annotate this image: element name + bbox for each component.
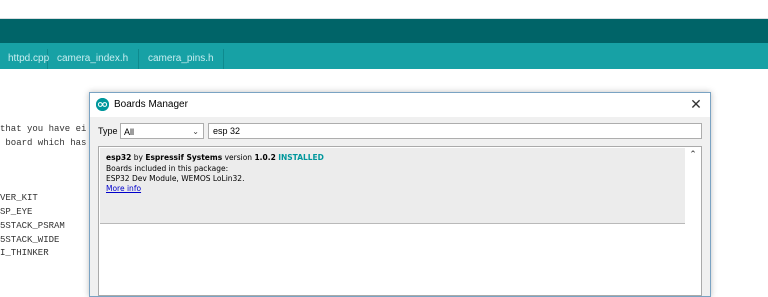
code-line: that you have ei <box>0 124 87 134</box>
arduino-logo-icon <box>96 98 109 111</box>
dialog-title: Boards Manager <box>114 99 188 110</box>
code-line: VER_KIT <box>0 193 38 203</box>
type-dropdown-value: All <box>124 127 135 137</box>
boards-list: ESP32 Dev Module, WEMOS LoLin32. <box>106 174 245 183</box>
close-icon[interactable]: ✕ <box>688 96 704 112</box>
package-author: Espressif Systems <box>145 153 223 162</box>
scrollbar[interactable]: ⌃ <box>685 147 701 295</box>
tab-camera-pins[interactable]: camera_pins.h <box>140 49 224 69</box>
code-line: 5STACK_WIDE <box>0 235 60 245</box>
window-top-strip <box>0 0 768 19</box>
version-label: version <box>224 153 253 162</box>
boards-included-label: Boards included in this package: <box>106 164 229 173</box>
code-line: 5STACK_PSRAM <box>0 221 65 231</box>
package-list[interactable]: esp32 by Espressif Systems version 1.0.2… <box>98 146 702 296</box>
list-item[interactable]: esp32 by Espressif Systems version 1.0.2… <box>100 148 685 224</box>
chevron-down-icon: ⌄ <box>192 127 199 136</box>
ide-toolbar <box>0 19 768 43</box>
search-input[interactable] <box>208 123 702 139</box>
code-line: I_THINKER <box>0 248 49 258</box>
scroll-up-icon[interactable]: ⌃ <box>685 147 701 161</box>
package-by: by <box>133 153 143 162</box>
type-label: Type <box>98 126 118 136</box>
dialog-titlebar: Boards Manager ✕ <box>90 93 710 117</box>
type-dropdown[interactable]: All ⌄ <box>120 123 204 139</box>
code-line: SP_EYE <box>0 207 33 217</box>
editor-tab-bar: httpd.cpp camera_index.h camera_pins.h <box>0 43 768 69</box>
package-version: 1.0.2 <box>254 153 276 162</box>
package-header: esp32 by Espressif Systems version 1.0.2… <box>106 153 324 162</box>
boards-manager-dialog: Boards Manager ✕ Type All ⌄ esp32 by Esp… <box>89 92 711 297</box>
code-line: board which has <box>0 138 87 148</box>
package-name: esp32 <box>106 153 132 162</box>
more-info-link[interactable]: More info <box>106 184 141 193</box>
status-badge: INSTALLED <box>278 153 324 162</box>
tab-camera-index[interactable]: camera_index.h <box>49 49 139 69</box>
more-info-wrap: More info <box>106 184 141 193</box>
filter-row: Type All ⌄ <box>90 123 710 141</box>
tab-httpd-cpp[interactable]: httpd.cpp <box>0 49 49 69</box>
